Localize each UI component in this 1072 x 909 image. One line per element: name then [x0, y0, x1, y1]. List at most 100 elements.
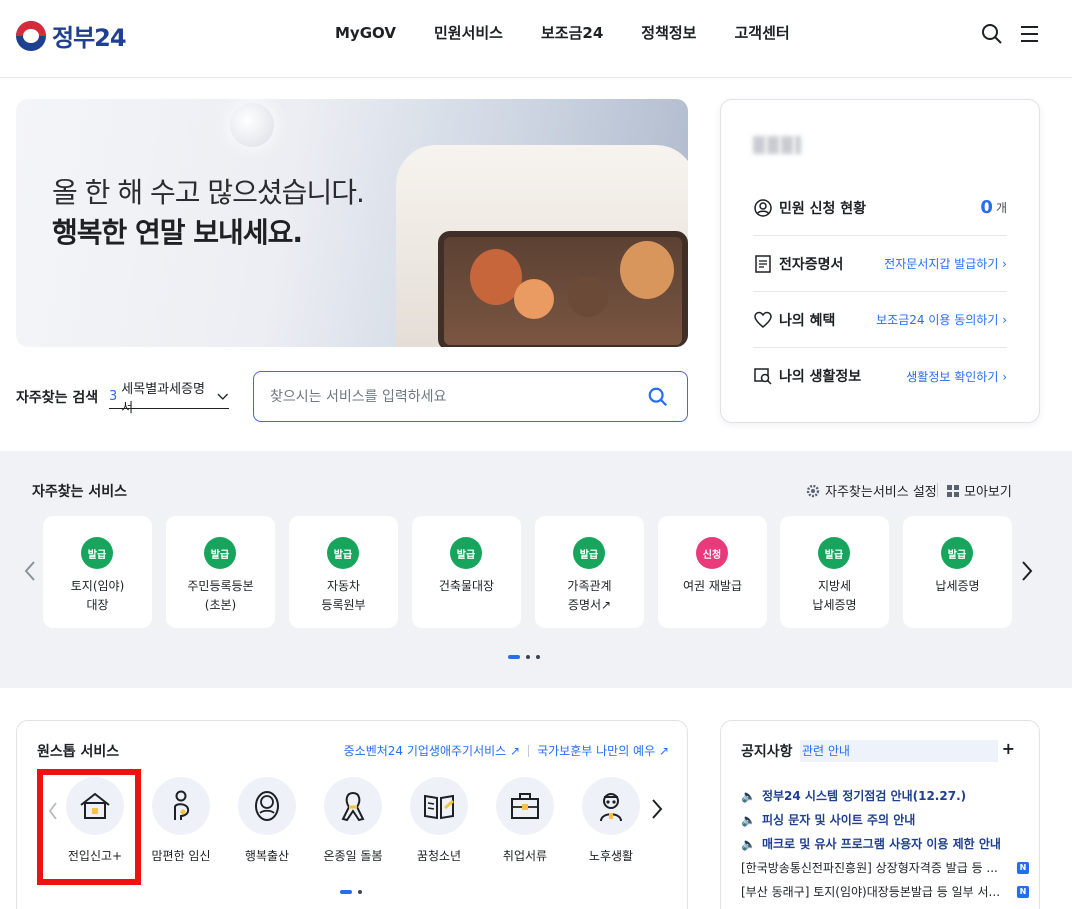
- issue-badge: 발급: [81, 537, 113, 569]
- service-name: 가족관계 증명서↗: [567, 579, 612, 612]
- service-card-building-register[interactable]: 발급 건축물대장: [412, 516, 521, 628]
- frequent-services-section: 자주찾는 서비스 자주찾는서비스 설정 모아보기 발급 토지(임야) 대장 발급…: [0, 451, 1072, 688]
- banner-text-line2: 행복한 연말 보내세요.: [52, 216, 303, 249]
- pagination-dot[interactable]: [526, 655, 530, 659]
- notice-item[interactable]: 🔈 피싱 문자 및 사이트 주의 안내: [741, 811, 1029, 828]
- issue-badge: 발급: [327, 537, 359, 569]
- chevron-down-icon: [217, 393, 229, 400]
- count-unit: 개: [995, 201, 1007, 215]
- icon-circle: [582, 777, 640, 835]
- keyword-rank: 3: [109, 389, 118, 404]
- onestop-childbirth[interactable]: 행복출산: [227, 777, 307, 864]
- carousel-pagination: [508, 655, 540, 659]
- nav-civil-service[interactable]: 민원서비스: [415, 22, 522, 44]
- onestop-senior-life[interactable]: 노후생활: [571, 777, 651, 864]
- item-name: 꿈청소년: [416, 849, 462, 863]
- moon-illustration: [230, 103, 274, 147]
- my-benefits-row: 나의 혜택 보조금24 이용 동의하기 ›: [753, 292, 1007, 348]
- onestop-move-in-report[interactable]: 전입신고+: [55, 777, 135, 864]
- frequent-services-settings-button[interactable]: 자주찾는서비스 설정: [806, 481, 937, 500]
- menu-icon[interactable]: [1018, 22, 1042, 46]
- pagination-dot[interactable]: [536, 655, 540, 659]
- service-name: 자동차 등록원부: [321, 579, 366, 612]
- tram-window: [438, 231, 688, 347]
- service-card-family-certificate[interactable]: 발급 가족관계 증명서↗: [535, 516, 644, 628]
- service-name: 납세증명: [935, 579, 980, 593]
- item-name: 노후생활: [588, 849, 634, 863]
- issue-badge: 발급: [450, 537, 482, 569]
- briefcase-icon: [511, 793, 539, 819]
- service-card-vehicle-register[interactable]: 발급 자동차 등록원부: [289, 516, 398, 628]
- notice-text: [한국방송통신전파진흥원] 상장형자격증 발급 등 ...: [741, 861, 998, 875]
- frequent-search-keyword[interactable]: 3 세목별과세증명서: [109, 382, 229, 416]
- item-name: 맘편한 임신: [151, 849, 211, 863]
- nav-mygov[interactable]: MyGOV: [316, 22, 415, 44]
- icon-circle: [324, 777, 382, 835]
- pagination-dot-active[interactable]: [508, 655, 520, 659]
- service-card-tax-certificate[interactable]: 발급 납세증명: [903, 516, 1012, 628]
- pagination-dot[interactable]: [358, 890, 362, 894]
- service-card-local-tax-certificate[interactable]: 발급 지방세 납세증명: [780, 516, 889, 628]
- service-card-resident-register[interactable]: 발급 주민등록등본 (초본): [166, 516, 275, 628]
- row-title: 나의 혜택: [779, 312, 836, 329]
- civil-application-status[interactable]: 민원 신청 현황 0 개: [753, 180, 1007, 236]
- row-title: 전자증명서: [779, 256, 844, 273]
- search-input[interactable]: [270, 388, 630, 405]
- onestop-pregnancy[interactable]: 맘편한 임신: [141, 777, 221, 864]
- life-info-row: 나의 생활정보 생활정보 확인하기 ›: [753, 348, 1007, 404]
- carousel-pagination: [340, 890, 362, 894]
- figure-illustration: [620, 241, 674, 299]
- gear-icon: [806, 484, 820, 497]
- onestop-links: 중소벤처24 기업생애주기서비스 ↗ 국가보훈부 나만의 예우 ↗: [344, 742, 669, 759]
- search-icon[interactable]: [980, 22, 1004, 46]
- notice-more-button[interactable]: +: [1002, 739, 1015, 758]
- gov24-logo[interactable]: 정부24: [16, 18, 127, 53]
- sme24-lifecycle-link[interactable]: 중소벤처24 기업생애주기서비스 ↗: [344, 742, 520, 759]
- notice-item[interactable]: 🔈 정부24 시스템 정기점검 안내(12.27.): [741, 787, 1029, 804]
- taegeuk-logo-icon: [16, 20, 46, 51]
- life-info-link[interactable]: 생활정보 확인하기 ›: [906, 368, 1007, 385]
- veterans-honor-link[interactable]: 국가보훈부 나만의 예우 ↗: [537, 742, 669, 759]
- subsidy-consent-link[interactable]: 보조금24 이용 동의하기 ›: [876, 311, 1007, 328]
- blur-block: [781, 136, 793, 154]
- item-name: 취업서류: [502, 849, 548, 863]
- search-submit-icon[interactable]: [647, 386, 669, 408]
- main-banner[interactable]: 올 한 해 수고 많으셨습니다. 행복한 연말 보내세요.: [16, 99, 688, 347]
- settings-label: 자주찾는서비스 설정: [825, 485, 937, 500]
- service-card-land-register[interactable]: 발급 토지(임야) 대장: [43, 516, 152, 628]
- nav-customer-center[interactable]: 고객센터: [715, 22, 808, 44]
- service-card-passport-reissue[interactable]: 신청 여권 재발급: [658, 516, 767, 628]
- house-icon: [80, 792, 110, 819]
- onestop-employment-documents[interactable]: 취업서류: [485, 777, 565, 864]
- ribbon-icon: [341, 791, 365, 822]
- new-badge: N: [1017, 861, 1029, 874]
- blur-block: [795, 136, 801, 154]
- icon-circle: [152, 777, 210, 835]
- notice-ticker[interactable]: 관련 안내: [800, 740, 998, 762]
- nav-policy-info[interactable]: 정책정보: [622, 22, 715, 44]
- issue-badge: 발급: [818, 537, 850, 569]
- view-all-button[interactable]: 모아보기: [947, 481, 1012, 500]
- chevron-right-icon[interactable]: [647, 797, 667, 821]
- onestop-all-day-care[interactable]: 온종일 돌봄: [313, 777, 393, 864]
- notice-item[interactable]: [한국방송통신전파진흥원] 상장형자격증 발급 등 ... N: [741, 859, 1029, 876]
- main-nav: MyGOV 민원서비스 보조금24 정책정보 고객센터: [316, 22, 809, 44]
- notice-item[interactable]: [부산 동래구] 토지(임야)대장등본발급 등 일부 서... N: [741, 883, 1029, 900]
- notice-item[interactable]: 🔈 매크로 및 유사 프로그램 사용자 이용 제한 안내: [741, 835, 1029, 852]
- new-badge: N: [1017, 885, 1029, 898]
- figure-illustration: [514, 279, 554, 319]
- search-document-icon: [754, 368, 772, 385]
- e-wallet-issue-link[interactable]: 전자문서지갑 발급하기 ›: [884, 255, 1007, 272]
- service-name: 주민등록등본 (초본): [187, 579, 254, 612]
- chevron-left-icon[interactable]: [20, 559, 40, 583]
- chevron-right-icon[interactable]: [1017, 559, 1037, 583]
- figure-illustration: [568, 277, 608, 317]
- user-panel: 민원 신청 현황 0 개 전자증명서 전자문서지갑 발급하기 › 나의 혜택 보…: [720, 99, 1040, 423]
- nav-subsidy24[interactable]: 보조금24: [522, 22, 622, 44]
- application-count: 0: [980, 197, 993, 218]
- pagination-dot-active[interactable]: [340, 890, 352, 894]
- onestop-youth[interactable]: 꿈청소년: [399, 777, 479, 864]
- issue-badge: 발급: [941, 537, 973, 569]
- notice-section: 공지사항 관련 안내 + 🔈 정부24 시스템 정기점검 안내(12.27.) …: [720, 720, 1040, 909]
- icon-circle: [410, 777, 468, 835]
